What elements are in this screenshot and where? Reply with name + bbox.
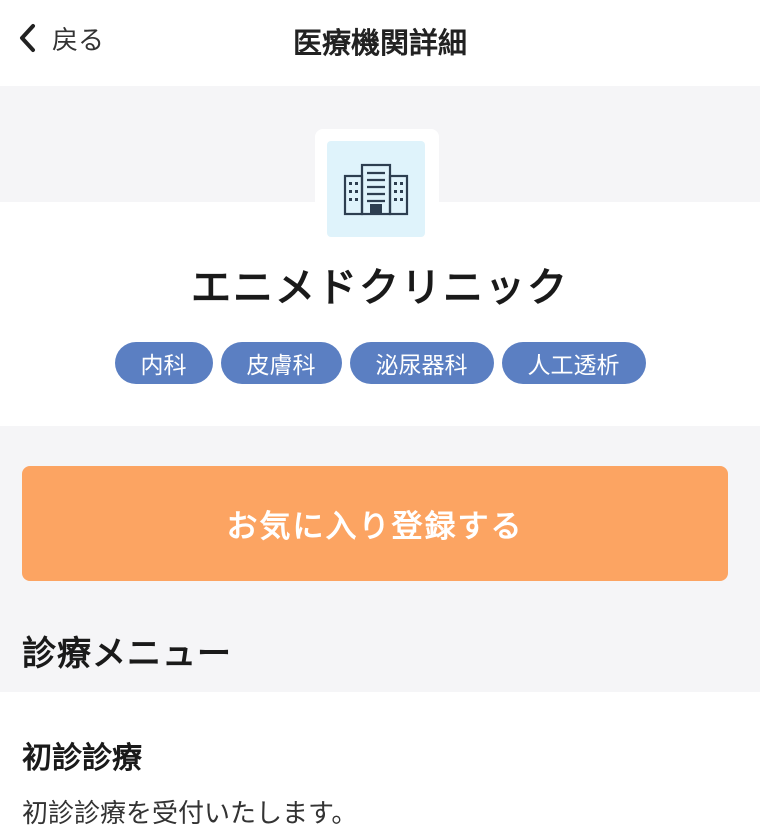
add-favorite-button[interactable]: お気に入り登録する [22,466,728,581]
clinic-logo [315,129,439,249]
nav-bar: 戻る 医療機関詳細 [0,0,760,86]
menu-item-name[interactable]: 初診診療 [22,733,142,777]
department-tags: 内科 皮膚科 泌尿器科 人工透析 [0,342,760,384]
menu-item-description: 初診診療を受付いたします。 [22,799,358,829]
department-tag: 人工透析 [501,342,646,384]
department-tag: 皮膚科 [220,342,342,384]
department-tag: 内科 [114,342,213,384]
clinic-name: エニメドクリニック [191,265,569,311]
building-icon [327,141,425,237]
page-title: 医療機関詳細 [292,26,467,60]
department-tag: 泌尿器科 [349,342,494,384]
menu-section-title: 診療メニュー [22,634,232,674]
